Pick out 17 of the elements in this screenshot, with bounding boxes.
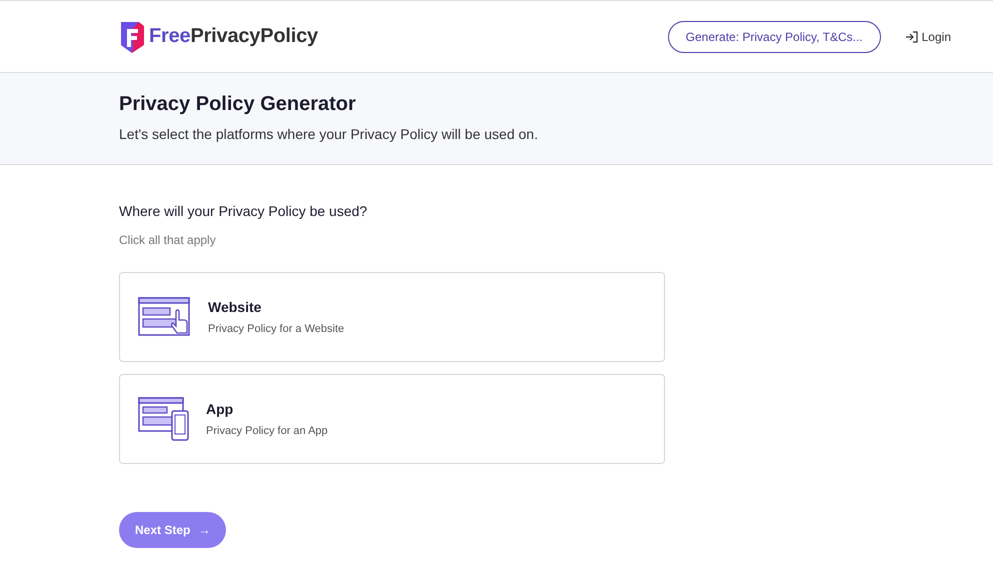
generate-button[interactable]: Generate: Privacy Policy, T&Cs... (668, 20, 881, 52)
question-title: Where will your Privacy Policy be used? (119, 203, 368, 219)
option-title: App (206, 401, 234, 417)
browser-pointer-icon (138, 297, 192, 337)
option-description: Privacy Policy for an App (206, 425, 328, 437)
question-hint: Click all that apply (119, 233, 217, 247)
logo-wordmark[interactable]: FreePrivacyPolicy (149, 25, 318, 48)
login-icon (904, 30, 918, 42)
option-description: Privacy Policy for a Website (208, 323, 344, 335)
page-title: Privacy Policy Generator (119, 93, 357, 116)
login-link[interactable]: Login (904, 30, 951, 44)
option-title: Website (208, 299, 262, 315)
browser-phone-icon (138, 397, 190, 441)
platform-option-card[interactable]: App Privacy Policy for an App (119, 374, 665, 464)
page-subtitle: Let's select the platforms where your Privacy Policy will be used on. (119, 126, 539, 142)
platform-option-card[interactable]: Website Privacy Policy for a Website (119, 272, 665, 362)
shield-logo-icon (119, 20, 145, 52)
